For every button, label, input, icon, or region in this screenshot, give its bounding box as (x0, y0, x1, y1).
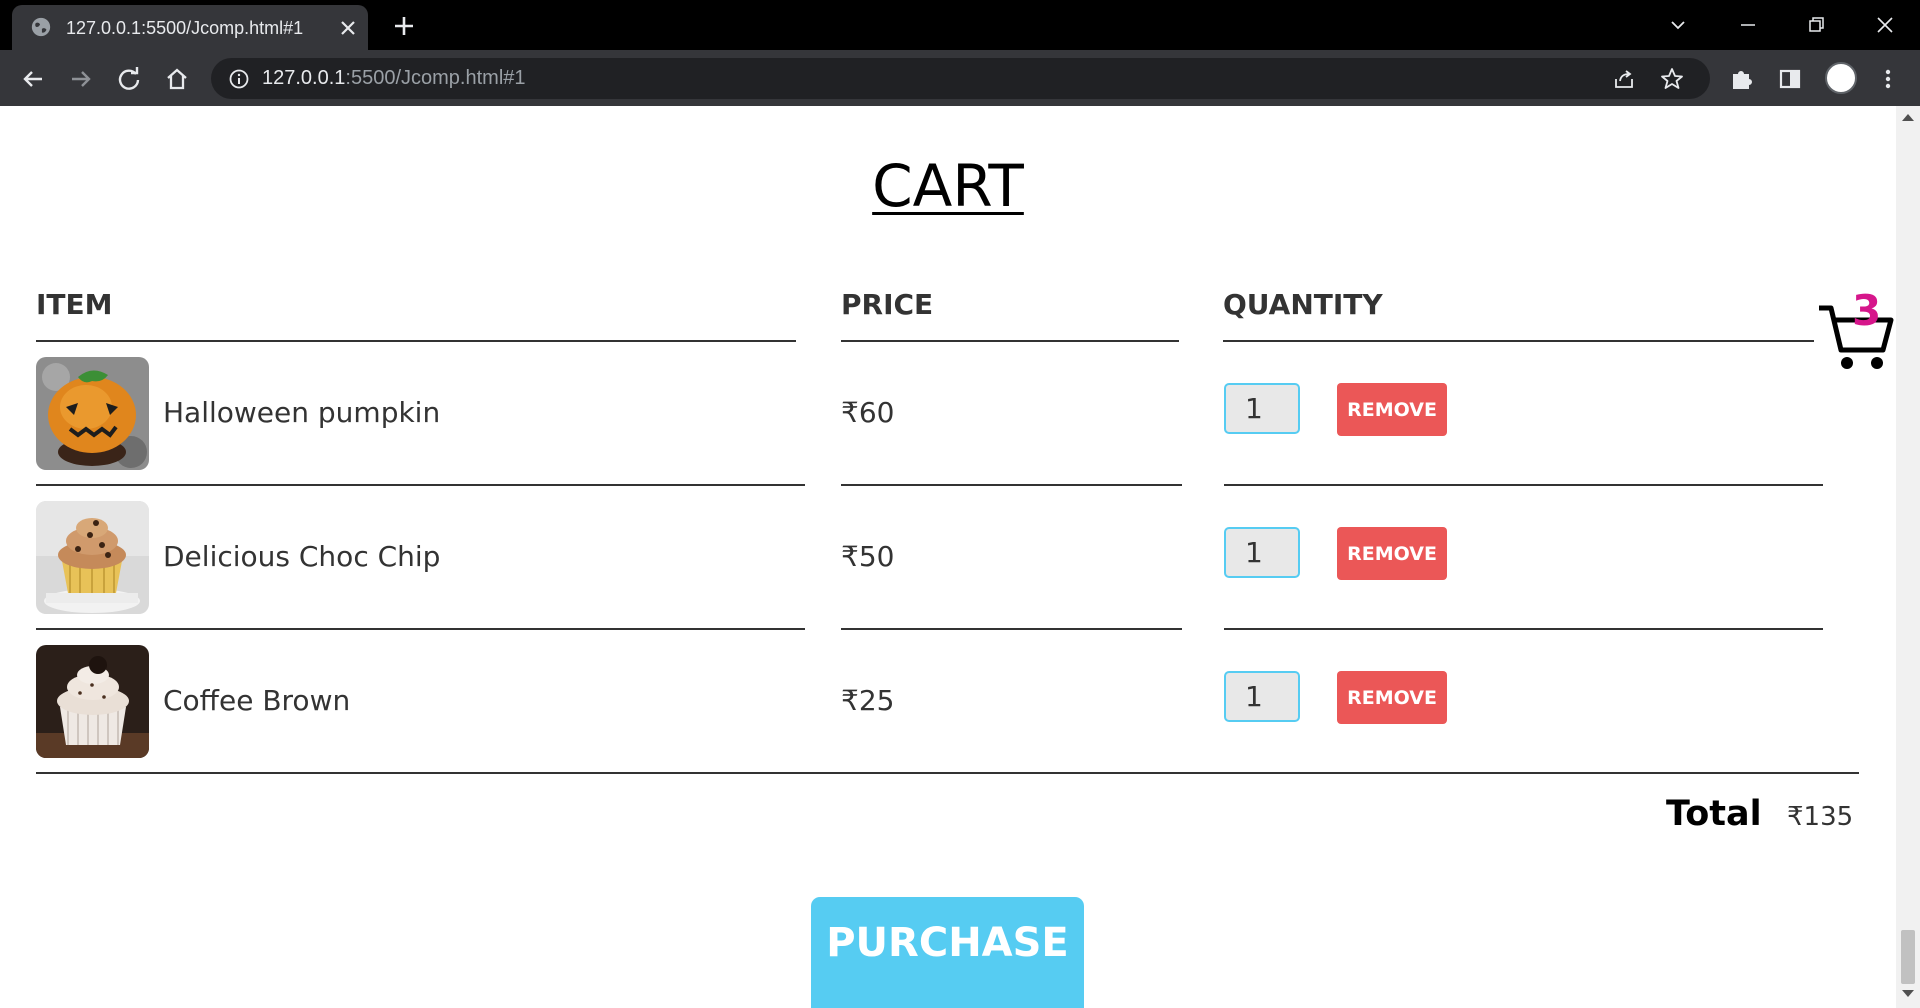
globe-icon (31, 17, 51, 37)
cart-row: Halloween pumpkin ₹60 REMOVE (0, 342, 1896, 486)
column-header-quantity: QUANTITY (1223, 288, 1383, 321)
back-arrow-icon[interactable] (18, 64, 48, 94)
side-panel-icon[interactable] (1775, 64, 1805, 94)
choc-chip-cupcake-image (36, 501, 149, 614)
address-bar[interactable]: 127.0.0.1:5500/Jcomp.html#1 (211, 58, 1710, 99)
browser-tab[interactable]: 127.0.0.1:5500/Jcomp.html#1 (12, 5, 368, 50)
quantity-input[interactable] (1224, 671, 1300, 722)
share-icon[interactable] (1611, 66, 1637, 92)
remove-button[interactable]: REMOVE (1337, 671, 1447, 724)
total-label: Total (1666, 794, 1762, 834)
column-header-price: PRICE (841, 288, 934, 321)
page-content: CART ITEM PRICE QUANTITY Halloween pumpk… (0, 106, 1896, 1008)
pumpkin-cupcake-image (36, 357, 149, 470)
page-title: CART (872, 152, 1024, 220)
close-tab-icon[interactable] (336, 16, 360, 40)
url-path: :5500/Jcomp.html#1 (345, 67, 526, 89)
item-name: Halloween pumpkin (163, 396, 441, 429)
new-tab-icon[interactable] (390, 12, 418, 40)
total-divider (36, 772, 1859, 774)
remove-button[interactable]: REMOVE (1337, 527, 1447, 580)
item-price: ₹50 (841, 540, 895, 573)
coffee-cupcake-image (36, 645, 149, 758)
url-host: 127.0.0.1 (262, 67, 346, 89)
cart-row: Coffee Brown ₹25 REMOVE (0, 630, 1896, 774)
page-scrollbar[interactable] (1896, 106, 1920, 1008)
column-header-item: ITEM (36, 288, 113, 321)
reload-icon[interactable] (114, 64, 144, 94)
bookmark-star-icon[interactable] (1659, 66, 1685, 92)
scrollbar-thumb[interactable] (1901, 930, 1915, 984)
browser-tab-bar: 127.0.0.1:5500/Jcomp.html#1 (0, 0, 1920, 50)
tab-title: 127.0.0.1:5500/Jcomp.html#1 (66, 18, 304, 38)
remove-button[interactable]: REMOVE (1337, 383, 1447, 436)
item-name: Delicious Choc Chip (163, 540, 441, 573)
cart-row: Delicious Choc Chip ₹50 REMOVE (0, 486, 1896, 630)
forward-arrow-icon[interactable] (66, 64, 96, 94)
more-menu-icon[interactable] (1873, 64, 1903, 94)
browser-toolbar: 127.0.0.1:5500/Jcomp.html#1 (0, 50, 1920, 106)
profile-avatar[interactable] (1825, 62, 1857, 94)
total-value: ₹135 (1787, 802, 1854, 832)
scroll-up-arrow-icon[interactable] (1902, 114, 1914, 121)
url-text: 127.0.0.1:5500/Jcomp.html#1 (262, 67, 526, 90)
minimize-icon[interactable] (1733, 10, 1763, 40)
scroll-down-arrow-icon[interactable] (1902, 990, 1914, 997)
item-name: Coffee Brown (163, 684, 351, 717)
item-price: ₹25 (841, 684, 895, 717)
close-window-icon[interactable] (1870, 10, 1900, 40)
quantity-input[interactable] (1224, 383, 1300, 434)
site-info-icon[interactable] (227, 67, 251, 91)
cart-count-badge: 3 (1852, 286, 1882, 335)
item-price: ₹60 (841, 396, 895, 429)
restore-icon[interactable] (1801, 10, 1831, 40)
extensions-puzzle-icon[interactable] (1727, 64, 1757, 94)
home-icon[interactable] (162, 64, 192, 94)
purchase-button[interactable]: PURCHASE (811, 897, 1084, 1008)
quantity-input[interactable] (1224, 527, 1300, 578)
tab-search-chevron-icon[interactable] (1663, 10, 1693, 40)
